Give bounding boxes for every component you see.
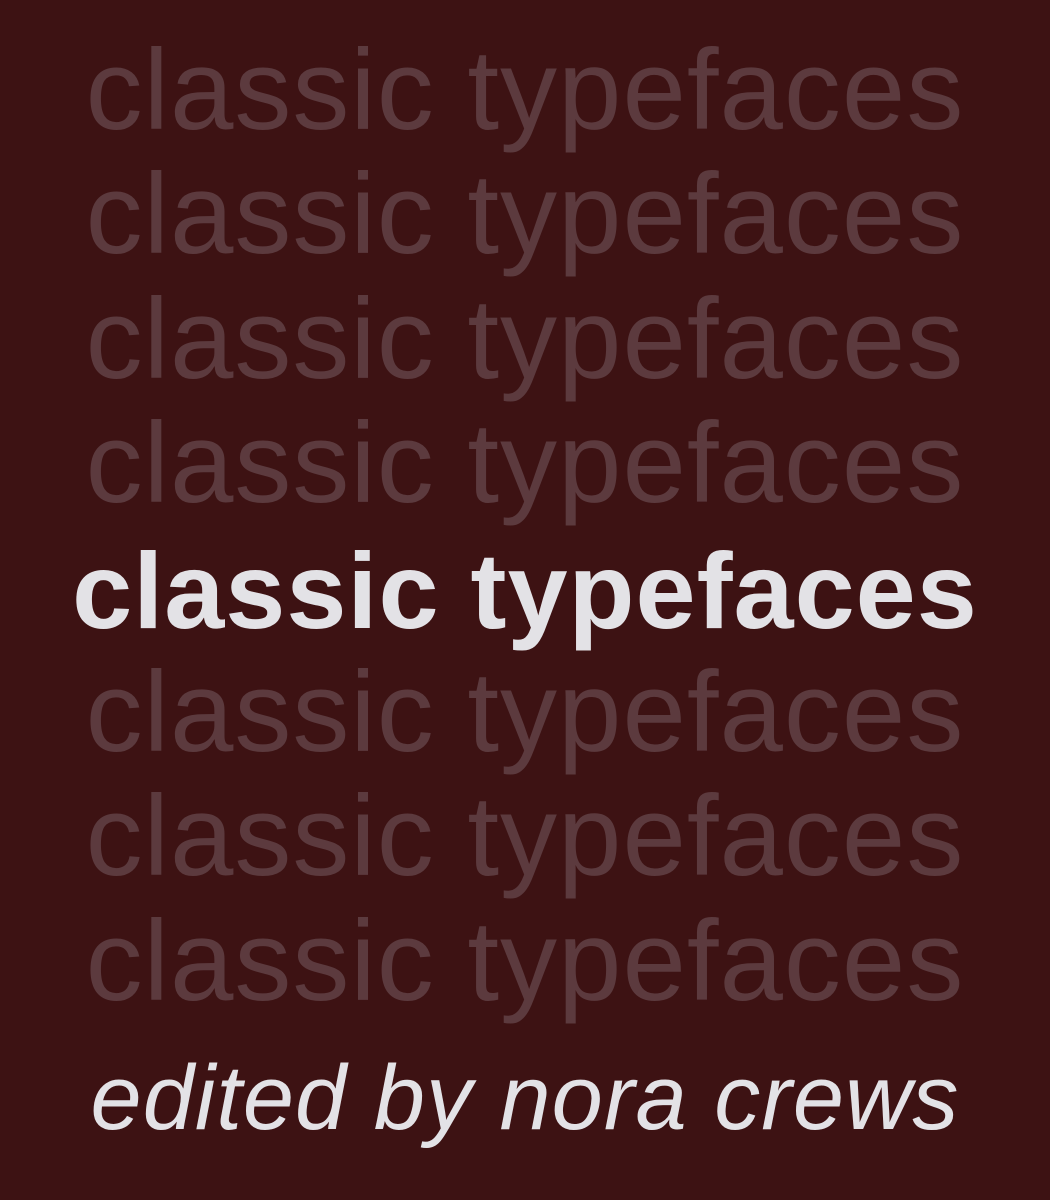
title-line-ghost: classic typefaces <box>85 27 965 154</box>
title-line-ghost: classic typefaces <box>85 898 965 1025</box>
book-cover: classic typefaces classic typefaces clas… <box>0 0 1050 1200</box>
editor-credit: edited by nora crews <box>90 1047 960 1149</box>
title-line-featured: classic typefaces <box>72 530 978 651</box>
title-line-ghost: classic typefaces <box>85 276 965 403</box>
title-line-ghost: classic typefaces <box>85 400 965 527</box>
title-line-ghost: classic typefaces <box>85 151 965 278</box>
title-line-ghost: classic typefaces <box>85 773 965 900</box>
title-line-ghost: classic typefaces <box>85 649 965 776</box>
